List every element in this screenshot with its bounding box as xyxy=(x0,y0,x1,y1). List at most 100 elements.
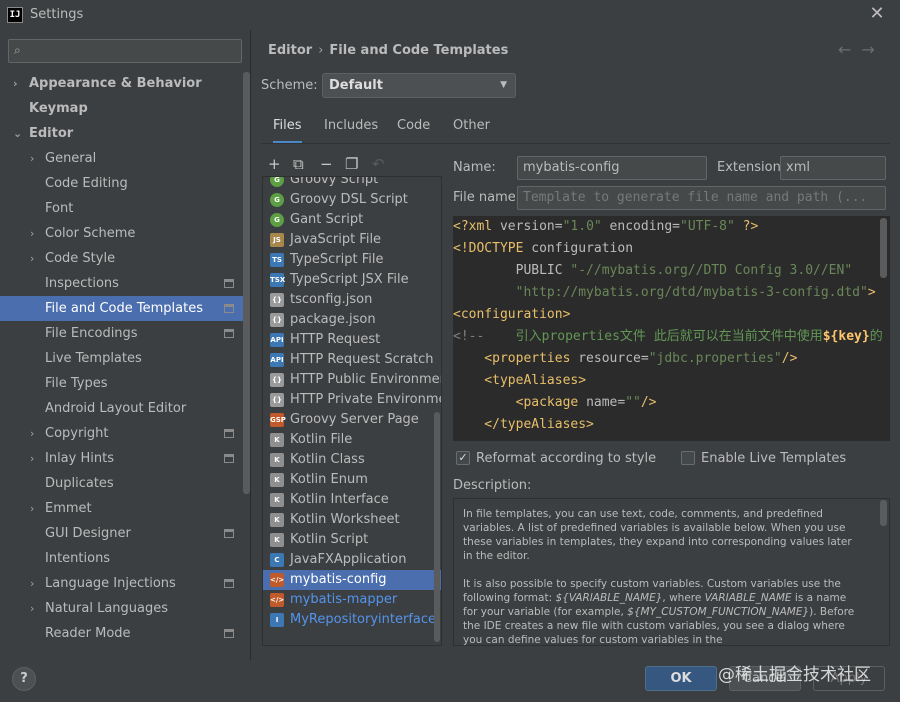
sidebar-item-file-types[interactable]: File Types xyxy=(0,371,251,396)
template-code-editor[interactable]: <?xml version="1.0" encoding="UTF-8" ?> <… xyxy=(453,216,890,441)
template-list-item[interactable]: K Kotlin Worksheet xyxy=(263,510,441,530)
breadcrumb-editor[interactable]: Editor xyxy=(268,43,312,58)
gsp-file-icon: GSP xyxy=(270,413,286,427)
sidebar-item-color-scheme[interactable]: › Color Scheme xyxy=(0,221,251,246)
ok-button[interactable]: OK xyxy=(645,666,717,691)
sidebar-item-appearance-behavior[interactable]: › Appearance & Behavior xyxy=(0,71,251,96)
tab-includes[interactable]: Includes xyxy=(324,118,378,144)
sidebar-scrollbar[interactable] xyxy=(243,72,250,494)
sidebar-item-android-layout-editor[interactable]: Android Layout Editor xyxy=(0,396,251,421)
scheme-dropdown[interactable]: Default ▼ xyxy=(322,73,516,98)
sidebar-item-emmet[interactable]: › Emmet xyxy=(0,496,251,521)
reformat-checkbox[interactable]: ✓ xyxy=(456,451,470,465)
sidebar-item-language-injections[interactable]: › Language Injections xyxy=(0,571,251,596)
chevron-right-icon[interactable]: › xyxy=(30,421,34,446)
chevron-right-icon[interactable]: › xyxy=(30,496,34,521)
template-list-item[interactable]: TSX TypeScript JSX File xyxy=(263,270,441,290)
live-templates-label[interactable]: Enable Live Templates xyxy=(701,451,846,466)
description-scrollbar[interactable] xyxy=(880,500,887,526)
sidebar-item-natural-languages[interactable]: › Natural Languages xyxy=(0,596,251,621)
kotlin-script-icon: K xyxy=(270,533,284,547)
sidebar-item-gui-designer[interactable]: GUI Designer xyxy=(0,521,251,546)
file-name-field[interactable]: Template to generate file name and path … xyxy=(517,186,886,210)
template-list-item[interactable]: TS TypeScript File xyxy=(263,250,441,270)
template-list-item[interactable]: {} package.json xyxy=(263,310,441,330)
add-template-icon[interactable]: + xyxy=(268,155,281,173)
template-list-item[interactable]: K Kotlin Class xyxy=(263,450,441,470)
template-list-item[interactable]: GSP Groovy Server Page xyxy=(263,410,441,430)
template-list-item[interactable]: JS JavaScript File xyxy=(263,230,441,250)
back-arrow-icon[interactable]: ← xyxy=(838,40,861,59)
sidebar-item-file-encodings[interactable]: File Encodings xyxy=(0,321,251,346)
template-list-item[interactable]: G Gant Script xyxy=(263,210,441,230)
extension-field[interactable]: xml xyxy=(780,156,886,180)
remove-template-icon[interactable]: − xyxy=(320,155,333,173)
code-line: <typeAliases> xyxy=(453,373,587,388)
description-paragraph: In file templates, you can use text, cod… xyxy=(463,508,852,562)
project-settings-icon xyxy=(224,429,234,438)
template-list-item[interactable]: </> mybatis-mapper xyxy=(263,590,441,610)
template-list-item[interactable]: API HTTP Request xyxy=(263,330,441,350)
sidebar-item-general[interactable]: › General xyxy=(0,146,251,171)
breadcrumb-separator-icon: › xyxy=(318,43,324,58)
tab-other[interactable]: Other xyxy=(453,118,490,144)
sidebar-item-inlay-hints[interactable]: › Inlay Hints xyxy=(0,446,251,471)
sidebar-item-font[interactable]: Font xyxy=(0,196,251,221)
http-env-icon: {} xyxy=(270,393,284,407)
tab-files[interactable]: Files xyxy=(273,118,302,144)
sidebar-item-code-editing[interactable]: Code Editing xyxy=(0,171,251,196)
template-name: Kotlin File xyxy=(290,432,353,447)
sidebar-item-editor[interactable]: ⌄ Editor xyxy=(0,121,251,146)
sidebar-item-live-templates[interactable]: Live Templates xyxy=(0,346,251,371)
reformat-label[interactable]: Reformat according to style xyxy=(476,451,656,466)
template-list-item[interactable]: K Kotlin Enum xyxy=(263,470,441,490)
sidebar-item-label: Appearance & Behavior xyxy=(29,76,202,91)
copy-template-icon[interactable]: ❐ xyxy=(345,155,358,173)
create-child-template-icon[interactable]: ⧉ xyxy=(293,155,304,173)
editor-scrollbar[interactable] xyxy=(880,218,887,278)
chevron-right-icon[interactable]: › xyxy=(30,246,34,271)
sidebar-item-intentions[interactable]: Intentions xyxy=(0,546,251,571)
template-name-field[interactable]: mybatis-config xyxy=(517,156,707,180)
watermark: @稀土掘金技术社区 xyxy=(718,665,871,685)
close-icon[interactable]: ✕ xyxy=(866,3,888,25)
template-list-item[interactable]: </> mybatis-config xyxy=(263,570,441,590)
chevron-right-icon[interactable]: › xyxy=(13,71,18,96)
template-list-item[interactable]: G Groovy DSL Script xyxy=(263,190,441,210)
chevron-down-icon[interactable]: ⌄ xyxy=(13,121,22,146)
chevron-right-icon[interactable]: › xyxy=(30,596,34,621)
template-list-item[interactable]: K Kotlin Script xyxy=(263,530,441,550)
sidebar-item-inspections[interactable]: Inspections xyxy=(0,271,251,296)
template-list-item[interactable]: C JavaFXApplication xyxy=(263,550,441,570)
settings-search-input[interactable]: ⌕ xyxy=(8,39,242,63)
template-name: TypeScript JSX File xyxy=(290,272,409,287)
live-templates-checkbox[interactable] xyxy=(681,451,695,465)
json-file-icon: {} xyxy=(270,313,284,327)
sidebar-item-code-style[interactable]: › Code Style xyxy=(0,246,251,271)
chevron-right-icon[interactable]: › xyxy=(30,221,34,246)
reset-template-icon[interactable]: ↶ xyxy=(372,155,385,173)
panel-divider[interactable] xyxy=(250,30,251,660)
template-list-item[interactable]: API HTTP Request Scratch xyxy=(263,350,441,370)
project-settings-icon xyxy=(224,329,234,338)
sidebar-item-copyright[interactable]: › Copyright xyxy=(0,421,251,446)
tab-code[interactable]: Code xyxy=(397,118,430,144)
template-list-item[interactable]: I MyRepositoryinterface xyxy=(263,610,441,630)
sidebar-item-reader-mode[interactable]: Reader Mode xyxy=(0,621,251,646)
forward-arrow-icon[interactable]: → xyxy=(861,40,884,59)
sidebar-item-keymap[interactable]: Keymap xyxy=(0,96,251,121)
name-label: Name: xyxy=(453,160,496,175)
chevron-right-icon[interactable]: › xyxy=(30,571,34,596)
template-list-item[interactable]: G Groovy Script xyxy=(263,177,441,190)
chevron-right-icon[interactable]: › xyxy=(30,146,34,171)
template-list-item[interactable]: {} tsconfig.json xyxy=(263,290,441,310)
sidebar-item-file-and-code-templates[interactable]: File and Code Templates xyxy=(0,296,251,321)
template-list-item[interactable]: K Kotlin Interface xyxy=(263,490,441,510)
template-list-scrollbar[interactable] xyxy=(434,412,440,642)
sidebar-item-duplicates[interactable]: Duplicates xyxy=(0,471,251,496)
chevron-right-icon[interactable]: › xyxy=(30,446,34,471)
help-button[interactable]: ? xyxy=(12,667,36,691)
template-list-item[interactable]: {} HTTP Public Environment File xyxy=(263,370,441,390)
template-list-item[interactable]: K Kotlin File xyxy=(263,430,441,450)
template-list-item[interactable]: {} HTTP Private Environment File xyxy=(263,390,441,410)
